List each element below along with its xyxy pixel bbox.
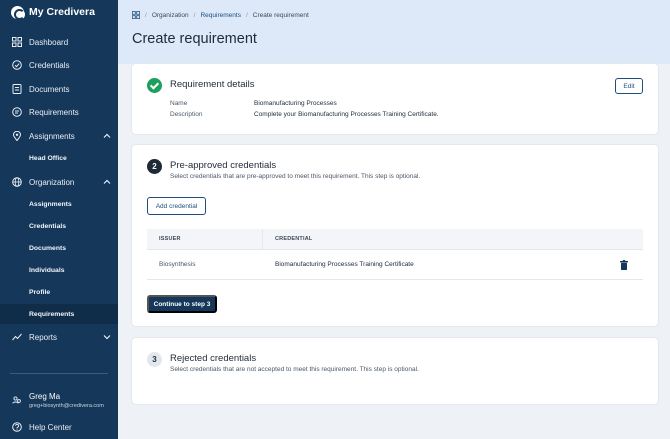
continue-step-3-button[interactable]: Continue to step 3 bbox=[147, 295, 217, 313]
document-icon bbox=[12, 84, 22, 94]
sidebar-item-label: Dashboard bbox=[29, 37, 69, 47]
breadcrumb-separator: / bbox=[245, 11, 248, 19]
sidebar: My Credivera Dashboard Credentials Docum… bbox=[0, 0, 118, 439]
edit-button[interactable]: Edit bbox=[615, 78, 643, 94]
sidebar-item-assignments[interactable]: Assignments bbox=[0, 125, 118, 147]
column-header-issuer[interactable]: ISSUER bbox=[159, 236, 181, 242]
preapproved-subtitle: Select credentials that are pre-approved… bbox=[170, 173, 421, 180]
issuer-cell: Biosynthesis bbox=[159, 261, 196, 268]
sidebar-divider bbox=[10, 373, 108, 374]
credentials-table: ISSUER CREDENTIAL Biosynthesis Biomanufa… bbox=[147, 229, 643, 280]
chevron-up-icon bbox=[103, 133, 111, 138]
rejected-subtitle: Select credentials that are not accepted… bbox=[170, 366, 419, 373]
credivera-logo-icon bbox=[11, 5, 25, 20]
app-name: My Credivera bbox=[29, 6, 95, 18]
sidebar-item-label: Assignments bbox=[29, 131, 75, 141]
sidebar-item-help-center[interactable]: Help Center bbox=[0, 416, 118, 438]
sidebar-item-label: Requirements bbox=[29, 107, 79, 117]
sidebar-item-label: Credentials bbox=[29, 60, 70, 70]
requirements-icon bbox=[12, 107, 22, 117]
name-label: Name bbox=[170, 100, 188, 107]
user-name: Greg Ma bbox=[29, 392, 61, 401]
globe-icon bbox=[12, 177, 22, 187]
add-credential-button[interactable]: Add credential bbox=[147, 197, 206, 215]
table-row: Biosynthesis Biomanufacturing Processes … bbox=[147, 250, 643, 280]
chevron-down-icon bbox=[103, 335, 111, 340]
chevron-up-icon bbox=[103, 179, 111, 184]
sidebar-item-label: Organization bbox=[29, 177, 75, 187]
user-email: greg+biosynth@credivera.com bbox=[29, 403, 104, 409]
sidebar-item-label: Documents bbox=[29, 84, 70, 94]
sidebar-item-reports[interactable]: Reports bbox=[0, 326, 118, 348]
user-group-icon bbox=[12, 396, 21, 404]
requirement-details-title: Requirement details bbox=[170, 79, 255, 90]
description-value: Complete your Biomanufacturing Processes… bbox=[254, 111, 439, 118]
sidebar-item-documents[interactable]: Documents bbox=[0, 78, 118, 100]
sidebar-item-requirements[interactable]: Requirements bbox=[0, 101, 118, 123]
user-profile[interactable]: Greg Ma greg+biosynth@credivera.com bbox=[0, 390, 118, 412]
sidebar-subitem-documents[interactable]: Documents bbox=[0, 238, 118, 258]
column-header-credential[interactable]: CREDENTIAL bbox=[275, 236, 312, 242]
chart-line-icon bbox=[12, 333, 22, 341]
table-header: ISSUER CREDENTIAL bbox=[147, 229, 643, 250]
sidebar-subitem-profile[interactable]: Profile bbox=[0, 282, 118, 302]
rejected-title: Rejected credentials bbox=[170, 353, 257, 364]
rejected-credentials-card: 3 Rejected credentials Select credential… bbox=[132, 338, 658, 404]
pin-icon bbox=[12, 131, 22, 141]
name-value: Biomanufacturing Processes bbox=[254, 100, 337, 107]
brand[interactable]: My Credivera bbox=[11, 5, 95, 20]
page-title: Create requirement bbox=[132, 31, 257, 47]
grid-icon bbox=[12, 37, 22, 47]
step-number-badge: 2 bbox=[147, 159, 162, 174]
preapproved-title: Pre-approved credentials bbox=[170, 160, 277, 171]
breadcrumb-organization[interactable]: Organization bbox=[152, 12, 189, 19]
sidebar-item-organization[interactable]: Organization bbox=[0, 171, 118, 193]
badge-check-icon bbox=[12, 60, 22, 70]
sidebar-subitem-requirements[interactable]: Requirements bbox=[0, 304, 118, 324]
requirement-details-card: Requirement details Edit Name Biomanufac… bbox=[132, 64, 658, 134]
breadcrumb: / Organization / Requirements / Create r… bbox=[132, 11, 309, 19]
breadcrumb-current: Create requirement bbox=[252, 11, 309, 19]
sidebar-item-label: Help Center bbox=[29, 422, 72, 432]
sidebar-item-credentials[interactable]: Credentials bbox=[0, 54, 118, 76]
check-circle-icon bbox=[147, 78, 162, 93]
breadcrumb-requirements[interactable]: Requirements bbox=[200, 12, 240, 19]
sidebar-subitem-credentials[interactable]: Credentials bbox=[0, 216, 118, 236]
preapproved-credentials-card: 2 Pre-approved credentials Select creden… bbox=[132, 145, 658, 326]
step-number-badge: 3 bbox=[147, 352, 162, 367]
breadcrumb-separator: / bbox=[145, 11, 147, 19]
credential-cell: Biomanufacturing Processes Training Cert… bbox=[275, 261, 414, 268]
sidebar-subitem-individuals[interactable]: Individuals bbox=[0, 260, 118, 280]
breadcrumb-separator: / bbox=[193, 11, 196, 19]
sidebar-item-label: Reports bbox=[29, 332, 58, 342]
column-divider bbox=[262, 229, 263, 250]
help-icon bbox=[12, 422, 22, 432]
grid-home-icon[interactable] bbox=[132, 11, 140, 19]
sidebar-subitem-assignments[interactable]: Assignments bbox=[0, 194, 118, 214]
sidebar-item-dashboard[interactable]: Dashboard bbox=[0, 31, 118, 53]
sidebar-subitem-head-office[interactable]: Head Office bbox=[0, 148, 118, 168]
description-label: Description bbox=[170, 111, 203, 118]
trash-icon[interactable] bbox=[620, 260, 628, 270]
